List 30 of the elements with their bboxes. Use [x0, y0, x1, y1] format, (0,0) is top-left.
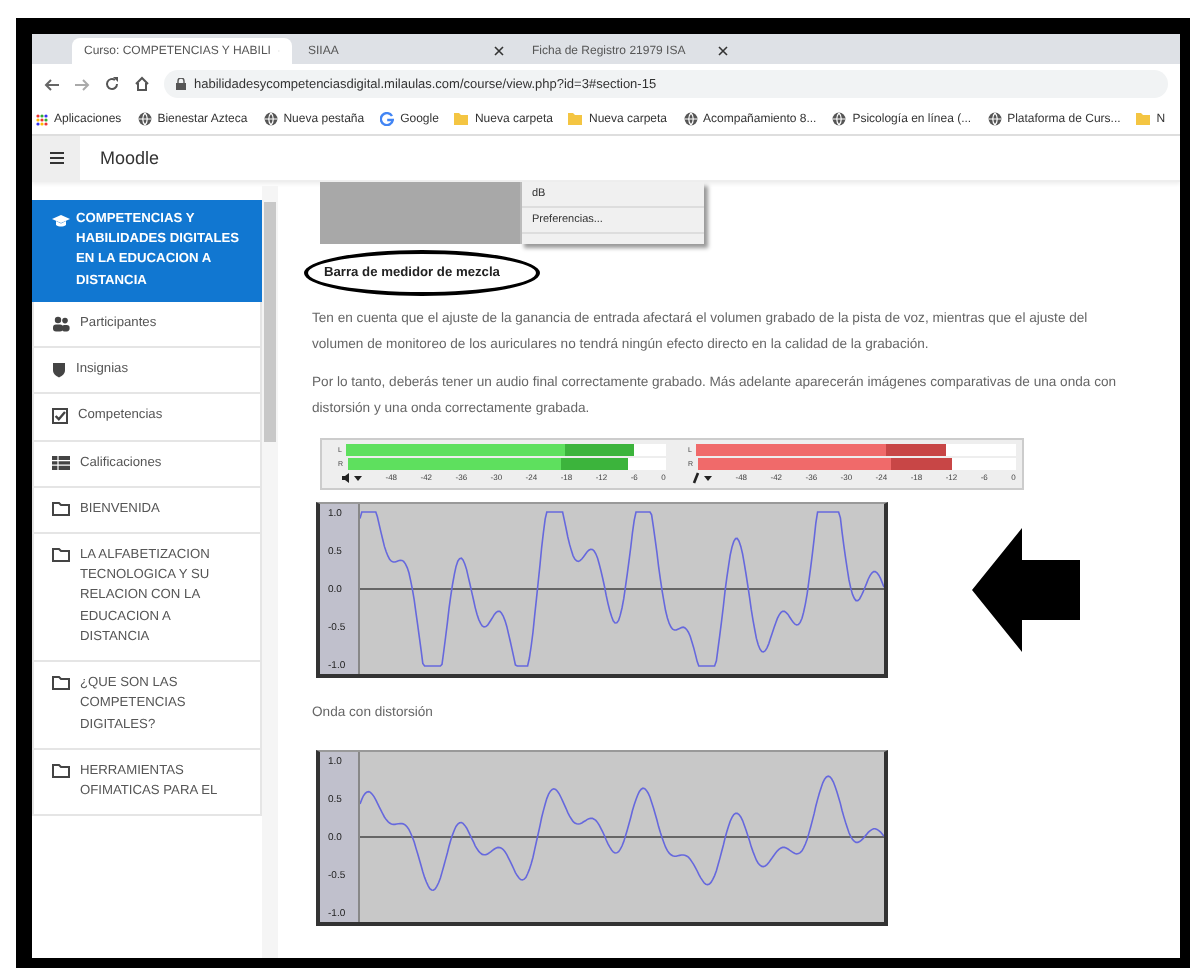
folder-icon: [1136, 112, 1151, 126]
folder-icon: [454, 112, 469, 126]
scrollbar[interactable]: [262, 186, 278, 958]
people-icon: [52, 315, 70, 332]
home-icon[interactable]: [134, 76, 150, 92]
menu-button[interactable]: [32, 136, 80, 180]
globe-icon: [683, 112, 698, 126]
graduation-cap-icon: [52, 214, 70, 228]
speaker-icon[interactable]: [342, 471, 362, 484]
globe-icon: [832, 112, 847, 126]
folder-icon: [52, 676, 70, 691]
shield-icon: [52, 362, 66, 379]
table-icon: [52, 455, 70, 470]
reload-icon[interactable]: [104, 76, 120, 92]
globe-icon: [137, 112, 152, 126]
globe-icon: [263, 112, 278, 126]
folder-icon: [568, 112, 583, 126]
google-g-icon: [380, 112, 395, 126]
site-title[interactable]: Moodle: [100, 148, 160, 168]
back-arrow-icon[interactable]: [44, 77, 60, 91]
folder-icon: [52, 763, 70, 778]
checkbox-icon: [52, 408, 68, 425]
menu-icon[interactable]: [49, 152, 63, 164]
folder-icon: [52, 501, 70, 516]
apps-grid-icon: [36, 113, 48, 125]
globe-icon: [987, 112, 1002, 126]
lock-icon: [176, 78, 186, 90]
folder-icon: [52, 547, 70, 562]
microphone-icon[interactable]: [692, 471, 712, 484]
left-arrow-icon: [972, 527, 1080, 652]
